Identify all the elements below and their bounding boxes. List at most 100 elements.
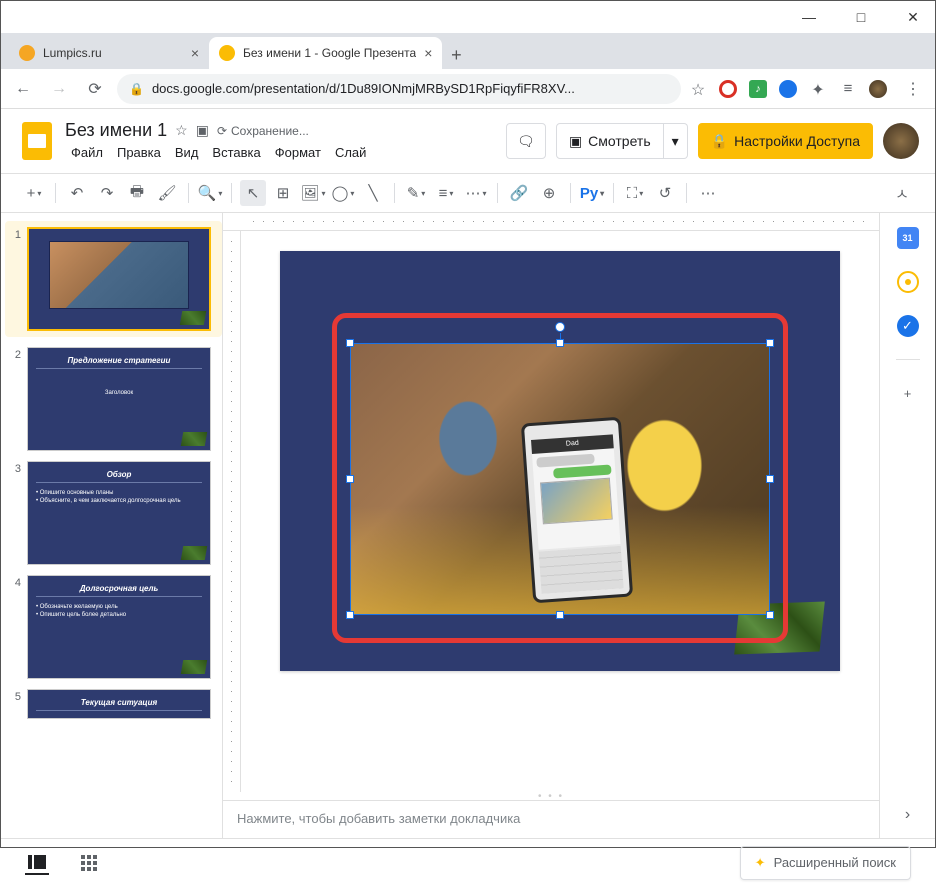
new-tab-button[interactable]: + — [442, 41, 470, 69]
slide-thumbnails[interactable]: 1 2 Предложение стратегииЗаголовок 3 Обз… — [1, 213, 223, 838]
star-icon[interactable]: ☆ — [175, 122, 188, 139]
thumbnail-slide[interactable]: 4 Долгосрочная цель• Обозначьте желаемую… — [9, 575, 222, 679]
explore-button[interactable]: ✦ Расширенный поиск — [740, 846, 911, 880]
undo-button[interactable]: ↶ — [64, 180, 90, 206]
forward-button[interactable]: → — [45, 75, 73, 103]
speaker-notes[interactable]: Нажмите, чтобы добавить заметки докладчи… — [223, 800, 879, 838]
profile-avatar[interactable] — [869, 80, 887, 98]
slide-canvas[interactable]: Dad — [280, 251, 840, 671]
border-dash-button[interactable]: ⋯ — [463, 180, 489, 206]
ext-icon[interactable] — [719, 80, 737, 98]
filmstrip-view-button[interactable] — [25, 851, 49, 875]
resize-handle[interactable] — [556, 339, 564, 347]
decor-icon — [181, 660, 207, 674]
move-icon[interactable]: ▣ — [196, 122, 209, 139]
thumbnail-slide[interactable]: 3 Обзор• Опишите основные планы • Объясн… — [9, 461, 222, 565]
calendar-icon[interactable]: 31 — [897, 227, 919, 249]
resize-handle[interactable] — [346, 339, 354, 347]
ext-icon[interactable]: ♪ — [749, 80, 767, 98]
side-panel: 31 ✓ + › — [879, 213, 935, 838]
menu-slide[interactable]: Слай — [329, 143, 372, 162]
border-color-button[interactable]: ✎ — [403, 180, 429, 206]
reload-button[interactable]: ⟳ — [81, 75, 109, 103]
tab-close-icon[interactable]: × — [191, 45, 199, 61]
resize-handle[interactable] — [766, 611, 774, 619]
document-title[interactable]: Без имени 1 — [65, 120, 167, 141]
resize-handle[interactable] — [556, 611, 564, 619]
window-close[interactable]: ✕ — [899, 3, 927, 31]
window-maximize[interactable]: □ — [847, 3, 875, 31]
shape-tool[interactable]: ◯ — [330, 180, 356, 206]
resize-handle[interactable] — [346, 475, 354, 483]
tab-close-icon[interactable]: × — [424, 45, 432, 61]
lock-icon: 🔒 — [129, 82, 144, 96]
address-bar[interactable]: 🔒 docs.google.com/presentation/d/1Du89IO… — [117, 74, 681, 104]
account-avatar[interactable] — [883, 123, 919, 159]
redo-button[interactable]: ↷ — [94, 180, 120, 206]
star-icon[interactable]: ☆ — [689, 80, 707, 98]
browser-tab[interactable]: Без имени 1 - Google Презента × — [209, 37, 442, 69]
more-button[interactable]: ⋯ — [695, 180, 721, 206]
thumb-body: Заголовок — [36, 389, 202, 397]
addons-icon[interactable]: + — [897, 382, 919, 404]
resize-handle[interactable] — [346, 611, 354, 619]
window-minimize[interactable]: — — [795, 3, 823, 31]
comment-add-button[interactable]: ⊕ — [536, 180, 562, 206]
tasks-icon[interactable]: ✓ — [897, 315, 919, 337]
resize-handle[interactable] — [766, 475, 774, 483]
replace-image-button[interactable]: Ру — [579, 180, 605, 206]
browser-tab[interactable]: Lumpics.ru × — [9, 37, 209, 69]
extensions-icon[interactable]: ✦ — [809, 80, 827, 98]
crop-button[interactable]: ⛶ — [622, 180, 648, 206]
thumbnail-slide[interactable]: 1 — [5, 221, 222, 337]
rotate-handle[interactable] — [555, 322, 565, 332]
slides-logo-icon[interactable] — [17, 121, 57, 161]
menu-edit[interactable]: Правка — [111, 143, 167, 162]
thumbnail-slide[interactable]: 2 Предложение стратегииЗаголовок — [9, 347, 222, 451]
lock-icon: 🔒 — [711, 133, 728, 150]
paint-format-button[interactable]: 🖌 — [154, 180, 180, 206]
menu-view[interactable]: Вид — [169, 143, 205, 162]
separator — [394, 183, 395, 203]
decor-icon — [180, 311, 206, 325]
slide-viewport[interactable]: Dad — [241, 231, 879, 792]
reset-image-button[interactable]: ↺ — [652, 180, 678, 206]
collapse-toolbar-button[interactable]: ㅅ — [889, 180, 915, 206]
keep-icon[interactable] — [897, 271, 919, 293]
present-dropdown[interactable]: ▾ — [664, 123, 688, 159]
thumb-title: Предложение стратегии — [36, 356, 202, 369]
new-slide-button[interactable]: + — [21, 180, 47, 206]
ext-icon[interactable] — [779, 80, 797, 98]
border-weight-button[interactable]: ≡ — [433, 180, 459, 206]
zoom-button[interactable]: 🔍 — [197, 180, 223, 206]
share-button[interactable]: 🔒 Настройки Доступа — [698, 123, 873, 159]
reading-list-icon[interactable]: ≡ — [839, 80, 857, 98]
thumbnail-image — [49, 241, 189, 309]
print-button[interactable]: 🖶 — [124, 180, 150, 206]
selected-image[interactable]: Dad — [350, 343, 770, 615]
back-button[interactable]: ← — [9, 75, 37, 103]
present-button[interactable]: ▣ Смотреть — [556, 123, 664, 159]
thumb-title: Долгосрочная цель — [36, 584, 202, 597]
thumb-title: Текущая ситуация — [36, 698, 202, 711]
image-tool[interactable]: 🖼 — [300, 180, 326, 206]
comments-button[interactable]: 🗨 — [506, 123, 546, 159]
menu-insert[interactable]: Вставка — [206, 143, 266, 162]
separator — [231, 183, 232, 203]
textbox-tool[interactable]: ⊞ — [270, 180, 296, 206]
select-tool[interactable]: ↖ — [240, 180, 266, 206]
notes-resize-handle[interactable]: • • • — [223, 792, 879, 800]
line-tool[interactable]: ╲ — [360, 180, 386, 206]
browser-tabstrip: Lumpics.ru × Без имени 1 - Google Презен… — [1, 33, 935, 69]
tab-title: Lumpics.ru — [43, 46, 183, 60]
phone-graphic: Dad — [520, 416, 632, 603]
thumbnail-slide[interactable]: 5 Текущая ситуация — [9, 689, 222, 719]
resize-handle[interactable] — [766, 339, 774, 347]
favicon-icon — [219, 45, 235, 61]
menu-format[interactable]: Формат — [269, 143, 327, 162]
menu-file[interactable]: Файл — [65, 143, 109, 162]
grid-view-button[interactable] — [77, 851, 101, 875]
browser-menu-icon[interactable]: ⋮ — [899, 75, 927, 103]
collapse-sidepanel-button[interactable]: › — [905, 806, 910, 824]
link-button[interactable]: 🔗 — [506, 180, 532, 206]
